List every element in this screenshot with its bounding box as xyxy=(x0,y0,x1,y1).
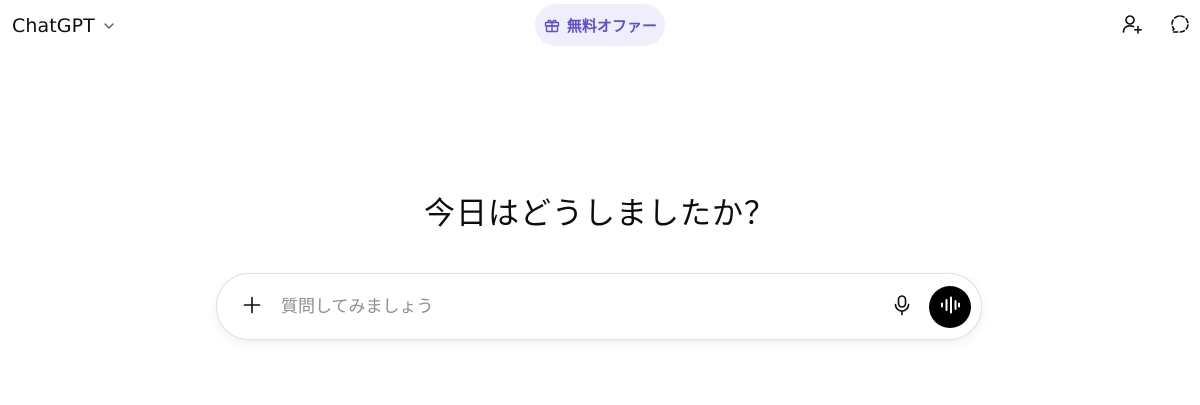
prompt-input[interactable] xyxy=(281,291,871,323)
chevron-down-icon xyxy=(101,18,117,34)
dictate-button[interactable] xyxy=(885,290,919,324)
free-offer-button[interactable]: 無料オファー xyxy=(535,4,665,46)
add-user-icon xyxy=(1121,13,1143,39)
page-title: 今日はどうしましたか？ xyxy=(424,196,776,232)
gift-icon xyxy=(543,16,561,34)
voice-mode-button[interactable] xyxy=(929,286,971,328)
free-offer-label: 無料オファー xyxy=(566,16,657,35)
microphone-icon xyxy=(892,294,912,320)
model-name: ChatGPT xyxy=(12,15,95,37)
plus-icon xyxy=(242,295,262,319)
model-selector[interactable]: ChatGPT xyxy=(6,8,123,44)
chat-page: ChatGPT 無料オファー 今日はどうしましたか？ 質問してみましょう xyxy=(0,0,1200,405)
attach-button[interactable] xyxy=(235,290,269,324)
voice-mode-icon xyxy=(939,296,961,318)
temporary-chat-button[interactable] xyxy=(1163,9,1197,43)
add-user-button[interactable] xyxy=(1115,9,1149,43)
temporary-chat-icon xyxy=(1169,13,1191,39)
composer xyxy=(216,273,982,340)
